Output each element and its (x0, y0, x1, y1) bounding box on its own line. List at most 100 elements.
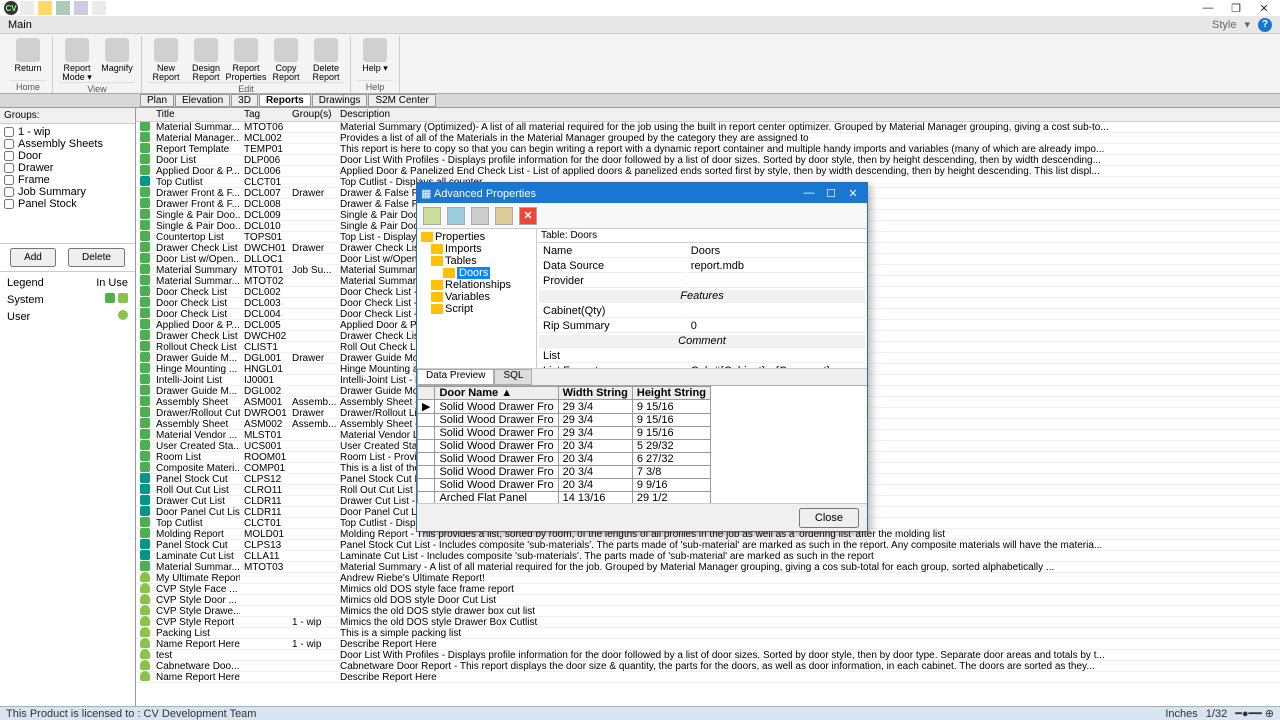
tab-plan[interactable]: Plan (140, 94, 174, 107)
style-dropdown-icon[interactable]: ▾ (1244, 18, 1250, 31)
help-icon[interactable]: ? (1258, 18, 1272, 32)
dialog-close-button[interactable]: ✕ (843, 187, 863, 200)
prop-value[interactable] (687, 305, 865, 318)
group-item[interactable]: Frame (2, 174, 133, 186)
group-checkbox[interactable] (4, 199, 14, 209)
tab-s2m-center[interactable]: S2M Center (368, 94, 435, 107)
group-item[interactable]: Door (2, 150, 133, 162)
close-button[interactable]: Close (799, 508, 859, 528)
tree-node-variables[interactable]: Variables (419, 291, 534, 303)
tb-delete-icon[interactable]: ✕ (519, 207, 537, 225)
maximize-button[interactable]: ❐ (1224, 1, 1248, 15)
ribbon-report-mode-[interactable]: Report Mode ▾ (59, 36, 95, 82)
menu-main[interactable]: Main (8, 19, 32, 31)
delete-button[interactable]: Delete (68, 248, 125, 267)
ribbon-design-report[interactable]: Design Report (188, 36, 224, 82)
report-row[interactable]: Name Report HereDescribe Report Here (136, 672, 1280, 683)
report-icon (140, 209, 150, 219)
tab-sql[interactable]: SQL (494, 369, 532, 385)
properties-tree[interactable]: PropertiesImportsTablesDoorsRelationship… (417, 229, 537, 368)
tab-3d[interactable]: 3D (231, 94, 258, 107)
grid-row[interactable]: Solid Wood Drawer Fro20 3/45 29/32 (418, 440, 711, 453)
tree-node-imports[interactable]: Imports (419, 243, 534, 255)
group-checkbox[interactable] (4, 127, 14, 137)
group-checkbox[interactable] (4, 151, 14, 161)
tree-node-script[interactable]: Script (419, 303, 534, 315)
tree-node-relationships[interactable]: Relationships (419, 279, 534, 291)
group-item[interactable]: Assembly Sheets (2, 138, 133, 150)
qat-undo-icon[interactable] (92, 1, 106, 15)
grid-col-header[interactable]: Height String (632, 387, 710, 400)
qat-print-icon[interactable] (74, 1, 88, 15)
minimize-button[interactable]: — (1196, 1, 1220, 15)
report-icon (140, 506, 150, 516)
report-icon (140, 286, 150, 296)
advanced-properties-dialog: ▦ Advanced Properties — ☐ ✕ ✕ Properties… (416, 182, 868, 532)
legend-system: System (6, 292, 71, 307)
group-item[interactable]: Job Summary (2, 186, 133, 198)
tree-node-tables[interactable]: Tables (419, 255, 534, 267)
report-icon (140, 550, 150, 560)
qat-save-icon[interactable] (56, 1, 70, 15)
prop-value[interactable] (687, 350, 865, 363)
group-item[interactable]: 1 - wip (2, 126, 133, 138)
tab-elevation[interactable]: Elevation (175, 94, 230, 107)
dialog-minimize-button[interactable]: — (799, 187, 819, 200)
grid-col-header[interactable]: Door Name ▲ (435, 387, 558, 400)
left-panel: Groups: 1 - wipAssembly SheetsDoorDrawer… (0, 108, 136, 706)
grid-row[interactable]: Solid Wood Drawer Fro20 3/46 27/32 (418, 453, 711, 466)
properties-grid[interactable]: Table: Doors NameDoorsData Sourcereport.… (537, 229, 867, 368)
prop-value[interactable]: Cab #{Cabinet} - {Comment} (687, 365, 865, 368)
report-icon (140, 561, 150, 571)
group-item[interactable]: Panel Stock (2, 198, 133, 210)
ribbon-help-[interactable]: Help ▾ (357, 36, 393, 80)
tree-node-doors[interactable]: Doors (419, 267, 534, 279)
unit-label[interactable]: Inches (1165, 708, 1197, 720)
prop-value[interactable]: 0 (687, 320, 865, 333)
tb-icon-3[interactable] (471, 207, 489, 225)
grid-row[interactable]: Solid Wood Drawer Fro29 3/49 15/16 (418, 414, 711, 427)
tab-drawings[interactable]: Drawings (312, 94, 368, 107)
tab-reports[interactable]: Reports (259, 94, 311, 107)
add-button[interactable]: Add (10, 248, 56, 267)
help--icon (363, 38, 387, 62)
grid-col-header[interactable]: Width String (558, 387, 632, 400)
ribbon-magnify[interactable]: Magnify (99, 36, 135, 82)
tree-node-properties[interactable]: Properties (419, 231, 534, 243)
grid-row[interactable]: ▶Solid Wood Drawer Fro29 3/49 15/16 (418, 400, 711, 414)
prop-value[interactable]: Doors (687, 245, 865, 258)
tb-icon-2[interactable] (447, 207, 465, 225)
ribbon-return[interactable]: Return (10, 36, 46, 80)
zoom-slider[interactable]: ━●━━ ⊕ (1235, 707, 1274, 720)
report-icon (140, 121, 150, 131)
prop-value[interactable] (687, 275, 865, 288)
group-checkbox[interactable] (4, 175, 14, 185)
prop-key: List Format (539, 365, 685, 368)
data-preview-grid[interactable]: Door Name ▲Width StringHeight String▶Sol… (417, 385, 867, 503)
report-icon (140, 264, 150, 274)
group-checkbox[interactable] (4, 163, 14, 173)
tab-data-preview[interactable]: Data Preview (417, 369, 494, 385)
grid-row[interactable]: Solid Wood Drawer Fro29 3/49 15/16 (418, 427, 711, 440)
qat-new-icon[interactable] (20, 1, 34, 15)
prop-key: Provider (539, 275, 685, 288)
tb-icon-1[interactable] (423, 207, 441, 225)
grid-row[interactable]: Solid Wood Drawer Fro20 3/49 9/16 (418, 479, 711, 492)
ribbon-report-properties[interactable]: Report Properties (228, 36, 264, 82)
tb-icon-4[interactable] (495, 207, 513, 225)
qat-open-icon[interactable] (38, 1, 52, 15)
ribbon-delete-report[interactable]: Delete Report (308, 36, 344, 82)
close-button[interactable]: ✕ (1252, 1, 1276, 15)
report-icon (140, 242, 150, 252)
group-checkbox[interactable] (4, 187, 14, 197)
dialog-maximize-button[interactable]: ☐ (821, 187, 841, 200)
ribbon-new-report[interactable]: New Report (148, 36, 184, 82)
group-item[interactable]: Drawer (2, 162, 133, 174)
grid-row[interactable]: Solid Wood Drawer Fro20 3/47 3/8 (418, 466, 711, 479)
fraction-label[interactable]: 1/32 (1206, 708, 1227, 720)
dialog-titlebar[interactable]: ▦ Advanced Properties — ☐ ✕ (417, 183, 867, 203)
prop-value[interactable]: report.mdb (687, 260, 865, 273)
group-checkbox[interactable] (4, 139, 14, 149)
grid-row[interactable]: Arched Flat Panel14 13/1629 1/2 (418, 492, 711, 504)
ribbon-copy-report[interactable]: Copy Report (268, 36, 304, 82)
